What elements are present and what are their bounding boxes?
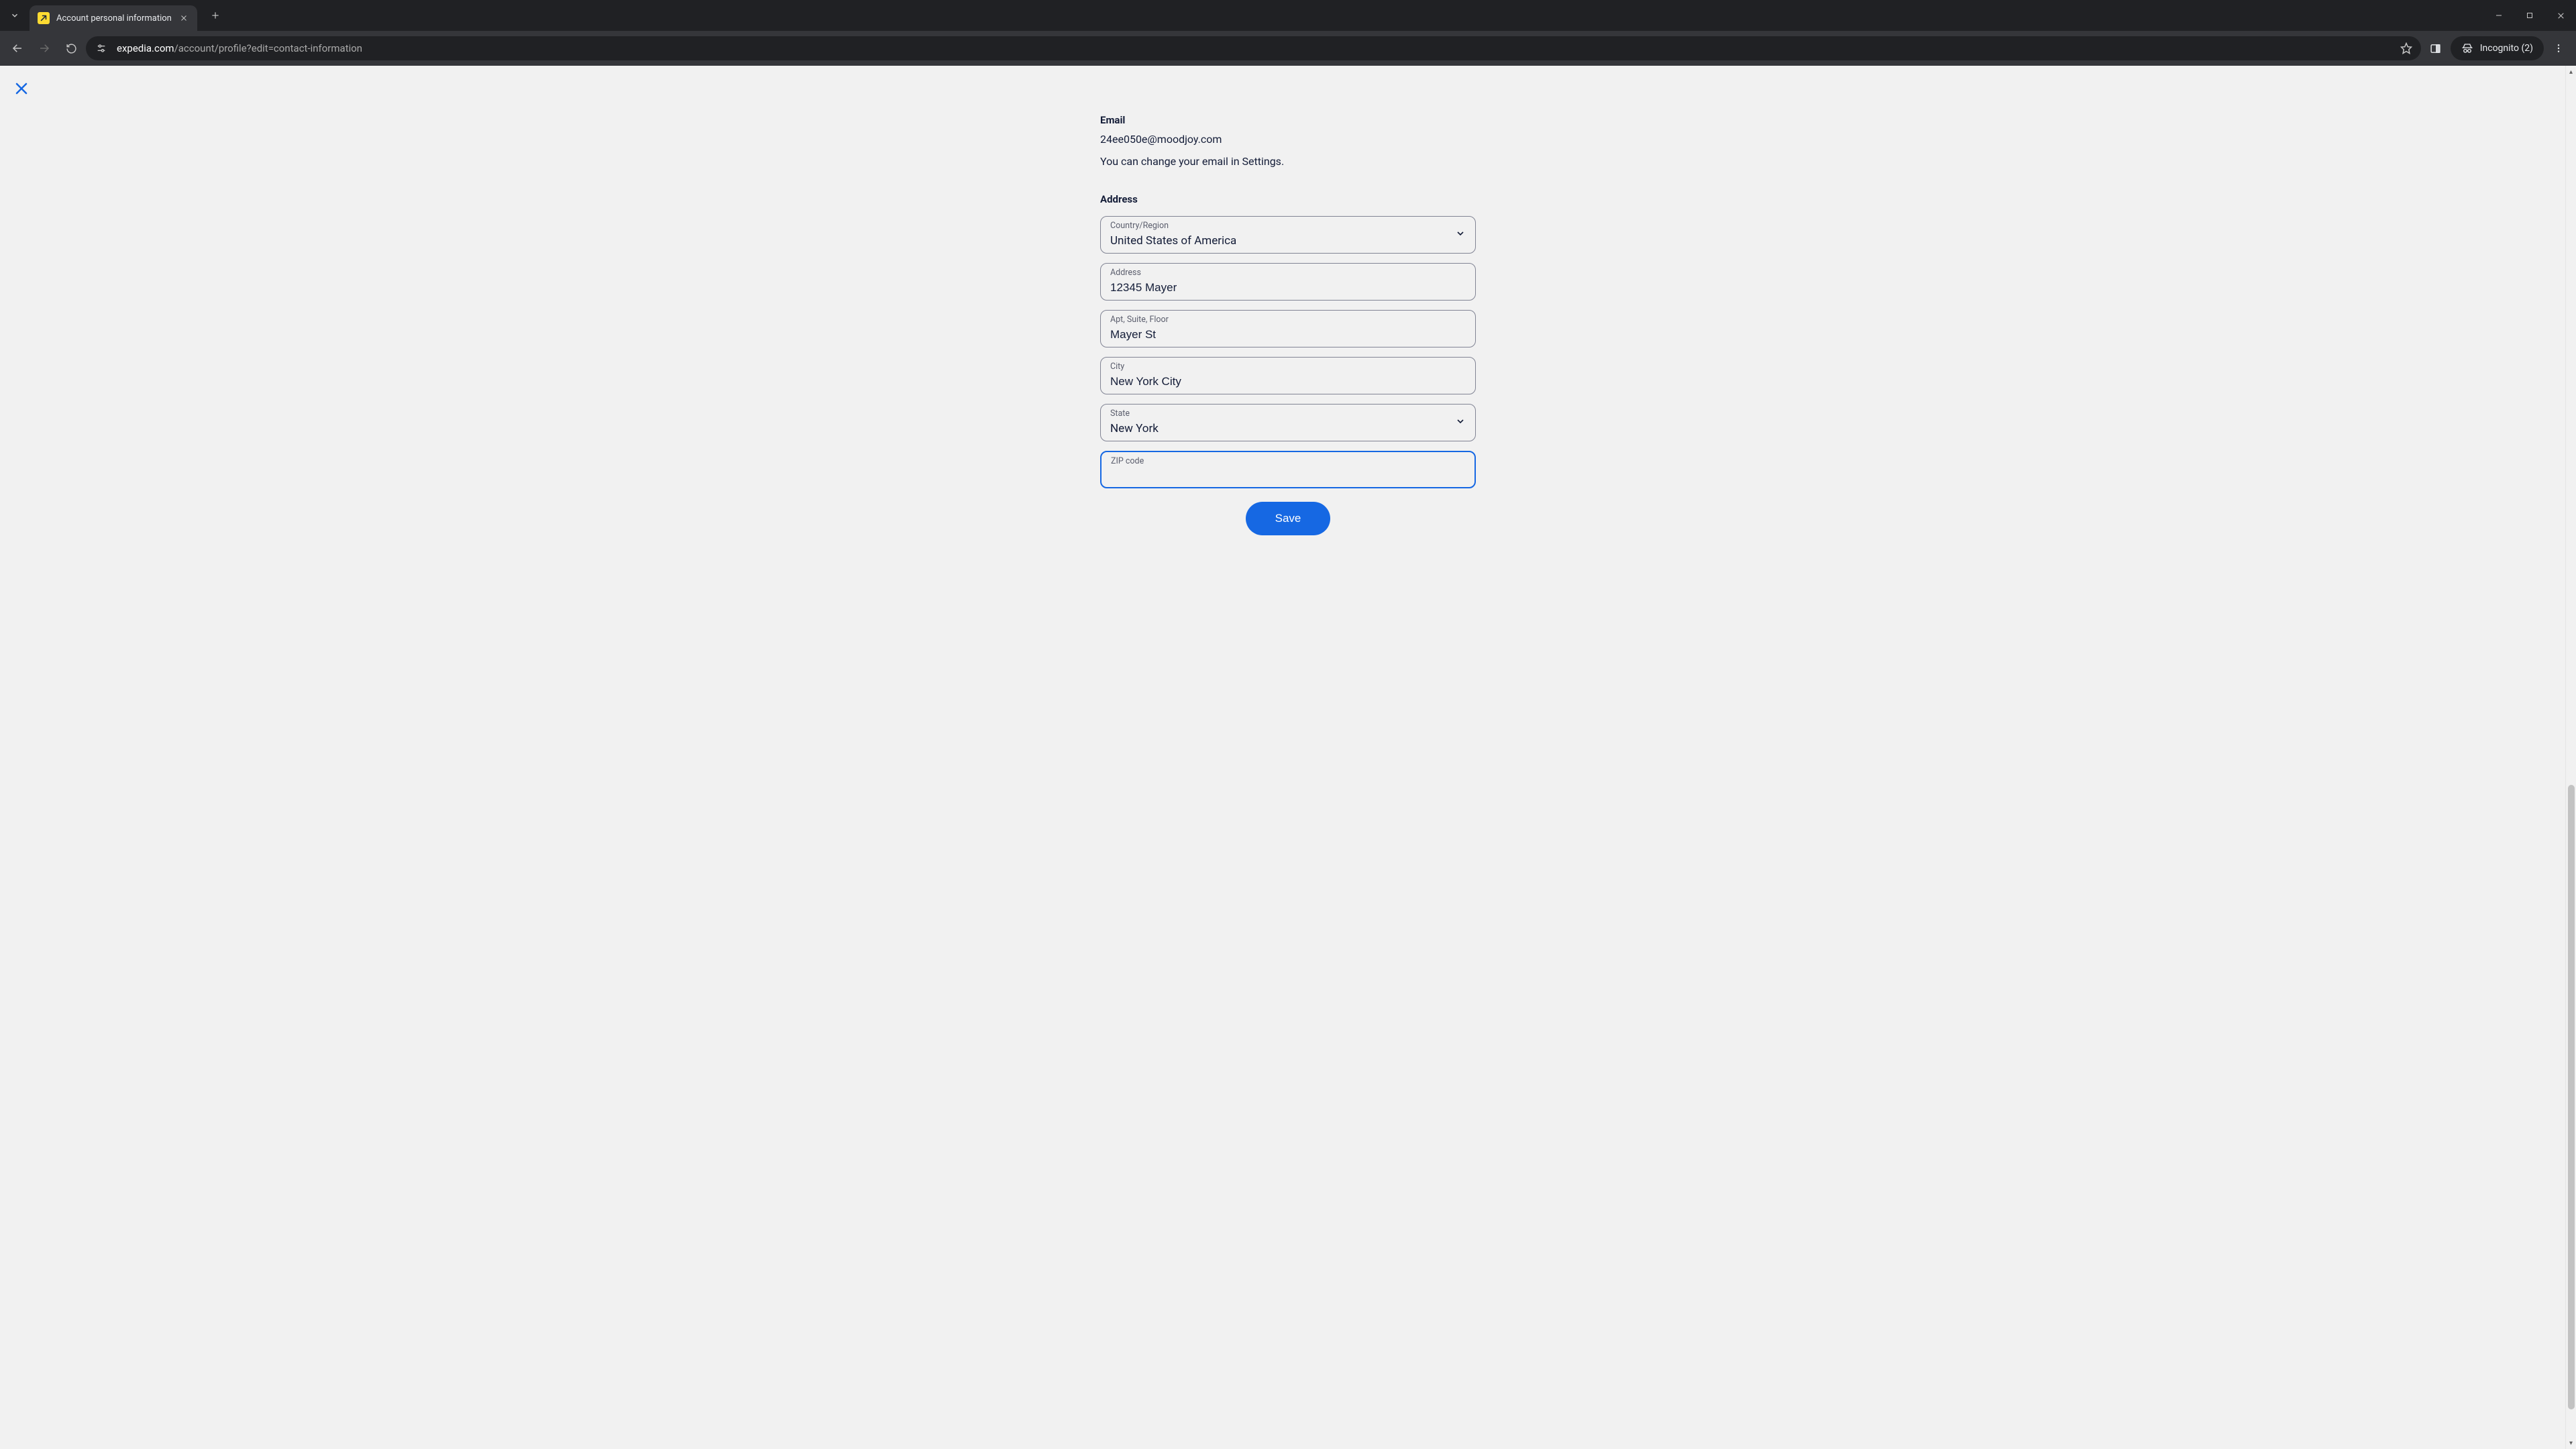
tabstrip: Account personal information	[0, 0, 2576, 31]
browser-chrome: Account personal information	[0, 0, 2576, 66]
chevron-down-icon	[10, 11, 19, 20]
address-input[interactable]	[1110, 281, 1466, 294]
site-settings-button[interactable]	[94, 41, 109, 56]
side-panel-button[interactable]	[2424, 36, 2448, 60]
contact-info-form: Email 24ee050e@moodjoy.com You can chang…	[1100, 66, 1476, 535]
apt-input[interactable]	[1110, 328, 1466, 341]
scroll-track[interactable]	[2566, 78, 2576, 1437]
email-section-label: Email	[1100, 114, 1476, 126]
url-path: /account/profile?edit=contact-informatio…	[174, 42, 363, 54]
close-icon	[2557, 11, 2565, 20]
state-label: State	[1110, 409, 1130, 419]
apt-field[interactable]: Apt, Suite, Floor	[1100, 310, 1476, 347]
city-label: City	[1110, 362, 1124, 372]
vertical-scrollbar[interactable]: ▴ ▾	[2565, 66, 2576, 1449]
tab-search-button[interactable]	[4, 5, 25, 26]
country-select[interactable]: Country/Region United States of America	[1100, 216, 1476, 254]
address-bar[interactable]: expedia.com/account/profile?edit=contact…	[86, 36, 2421, 60]
city-field[interactable]: City	[1100, 357, 1476, 394]
chevron-down-icon	[1455, 228, 1466, 241]
email-note: You can change your email in Settings.	[1100, 155, 1476, 168]
incognito-label: Incognito (2)	[2480, 43, 2533, 54]
country-label: Country/Region	[1110, 221, 1169, 231]
window-controls	[2483, 0, 2576, 31]
window-close-button[interactable]	[2545, 0, 2576, 31]
save-button[interactable]: Save	[1246, 502, 1331, 535]
new-tab-button[interactable]	[205, 5, 225, 25]
kebab-icon	[2553, 43, 2564, 54]
maximize-icon	[2526, 11, 2534, 19]
page-viewport: Email 24ee050e@moodjoy.com You can chang…	[0, 66, 2576, 1449]
page-close-button[interactable]	[12, 79, 31, 98]
window-minimize-button[interactable]	[2483, 0, 2514, 31]
window-maximize-button[interactable]	[2514, 0, 2545, 31]
nav-forward-button[interactable]	[32, 36, 56, 60]
bookmark-button[interactable]	[2397, 39, 2416, 58]
country-value: United States of America	[1110, 234, 1466, 248]
save-row: Save	[1100, 502, 1476, 535]
state-select[interactable]: State New York	[1100, 404, 1476, 441]
browser-toolbar: expedia.com/account/profile?edit=contact…	[0, 31, 2576, 66]
tab-title: Account personal information	[56, 13, 172, 23]
url-domain: expedia.com	[117, 42, 174, 54]
chevron-down-icon	[1455, 416, 1466, 429]
panel-icon	[2430, 43, 2441, 54]
scroll-up-button[interactable]: ▴	[2566, 66, 2576, 78]
plus-icon	[211, 11, 220, 20]
tune-icon	[96, 43, 107, 54]
arrow-left-icon	[11, 42, 23, 54]
address-section-label: Address	[1100, 193, 1476, 205]
browser-tab[interactable]: Account personal information	[30, 5, 197, 31]
arrow-up-right-icon	[40, 14, 48, 22]
zip-label: ZIP code	[1111, 456, 1144, 466]
reload-icon	[66, 43, 77, 54]
url-text: expedia.com/account/profile?edit=contact…	[117, 42, 2389, 54]
close-icon	[13, 80, 30, 97]
email-value: 24ee050e@moodjoy.com	[1100, 133, 1476, 146]
zip-field[interactable]: ZIP code	[1100, 451, 1476, 488]
browser-menu-button[interactable]	[2546, 36, 2571, 60]
star-icon	[2400, 42, 2412, 54]
nav-reload-button[interactable]	[59, 36, 83, 60]
close-icon	[180, 14, 188, 22]
city-input[interactable]	[1110, 375, 1466, 388]
minimize-icon	[2495, 11, 2503, 19]
incognito-icon	[2461, 42, 2473, 54]
favicon	[38, 12, 50, 24]
address-field[interactable]: Address	[1100, 263, 1476, 301]
address-label: Address	[1110, 268, 1141, 278]
incognito-indicator[interactable]: Incognito (2)	[2451, 36, 2544, 60]
state-value: New York	[1110, 422, 1466, 435]
tab-close-button[interactable]	[178, 13, 189, 23]
scroll-thumb[interactable]	[2568, 785, 2575, 1410]
apt-label: Apt, Suite, Floor	[1110, 315, 1169, 325]
arrow-right-icon	[38, 42, 50, 54]
scroll-down-button[interactable]: ▾	[2566, 1437, 2576, 1449]
zip-input[interactable]	[1111, 463, 1465, 476]
nav-back-button[interactable]	[5, 36, 30, 60]
